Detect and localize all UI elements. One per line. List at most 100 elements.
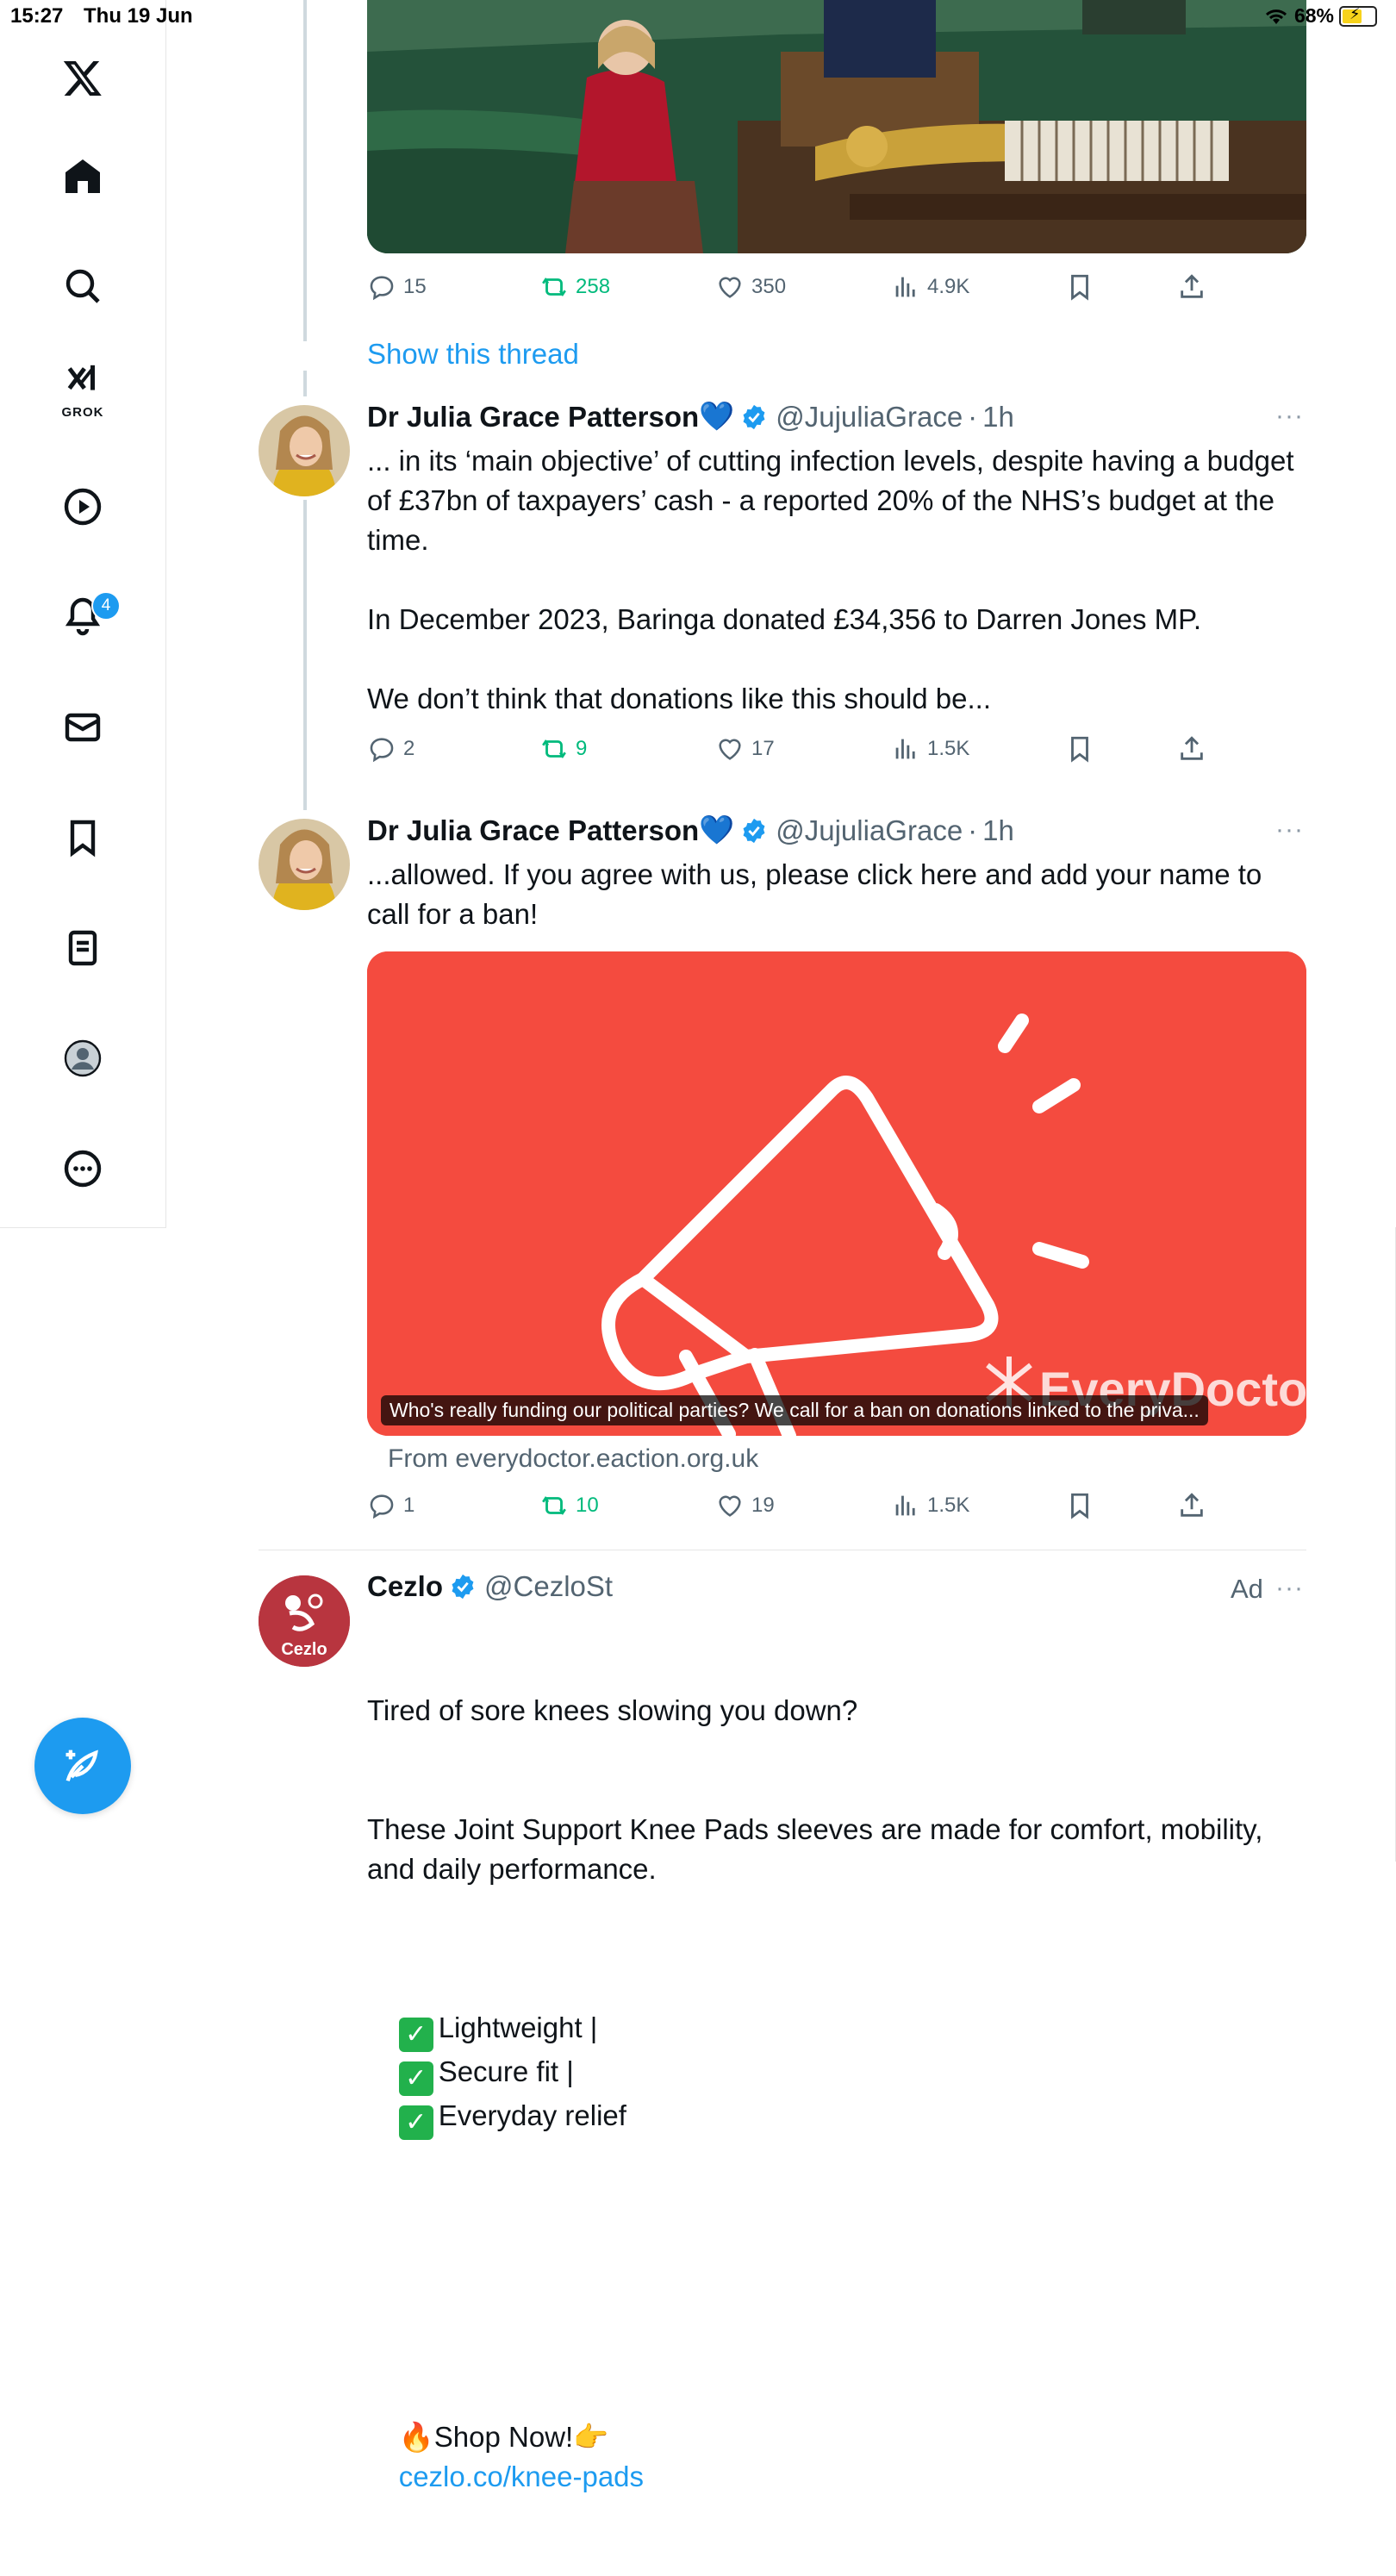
like-count: 19	[751, 1494, 775, 1517]
megaphone-illustration: EveryDoctor	[367, 951, 1306, 1436]
bookmark-button[interactable]	[1065, 1491, 1094, 1520]
grok-icon[interactable]: GROK	[50, 359, 115, 424]
author-handle[interactable]: @CezloSt	[484, 1570, 613, 1603]
like-button[interactable]: 19	[715, 1491, 775, 1520]
compose-icon	[65, 1750, 98, 1782]
status-bar: 15:27 Thu 19 Jun 68% ⚡	[0, 0, 1396, 34]
battery-icon: ⚡	[1339, 5, 1377, 27]
compose-button[interactable]	[34, 1718, 131, 1814]
share-button[interactable]	[1177, 734, 1206, 764]
repost-count: 9	[576, 737, 588, 760]
x-logo-icon[interactable]	[50, 45, 115, 110]
sidebar: GROK 4	[0, 0, 166, 1228]
more-icon[interactable]	[50, 1136, 115, 1201]
home-icon[interactable]	[50, 143, 115, 209]
check-icon: ✓	[398, 2061, 433, 2096]
feature-3: Everyday relief	[438, 2099, 626, 2131]
share-icon	[1181, 1493, 1203, 1517]
heart-icon	[719, 277, 741, 298]
ad-text: Tired of sore knees slowing you down? Th…	[367, 1612, 1306, 2576]
lists-icon[interactable]	[50, 915, 115, 981]
repost-count: 10	[576, 1494, 599, 1517]
verified-icon	[452, 1574, 474, 1600]
status-date: Thu 19 Jun	[84, 4, 193, 28]
repost-icon	[542, 1495, 566, 1516]
reply-button[interactable]: 2	[367, 734, 414, 764]
heart-icon	[719, 1495, 741, 1517]
ad-link[interactable]: cezlo.co/knee-pads	[399, 2461, 644, 2492]
repost-icon	[542, 739, 566, 759]
more-options-icon[interactable]: ···	[1275, 1574, 1304, 1603]
reply-count: 1	[403, 1494, 415, 1517]
ad-shop-line: 🔥Shop Now!👉 cezlo.co/knee-pads	[367, 2378, 1306, 2536]
views-count: 1.5K	[927, 1494, 970, 1517]
avatar[interactable]: Cezlo	[259, 1575, 350, 1667]
julia-avatar	[259, 819, 350, 910]
ad-line-2: These Joint Support Knee Pads sleeves ar…	[367, 1813, 1271, 1885]
link-card[interactable]: EveryDoctor Who's really funding our pol…	[367, 951, 1306, 1436]
avatar[interactable]	[259, 405, 350, 496]
tweet-header: Cezlo @CezloSt	[367, 1570, 613, 1603]
views-button[interactable]: 1.5K	[891, 734, 969, 764]
share-icon	[1181, 274, 1203, 298]
card-source[interactable]: From everydoctor.eaction.org.uk	[388, 1444, 758, 1474]
tweet-time[interactable]: 1h	[982, 814, 1014, 847]
feature-1: Lightweight |	[438, 2012, 598, 2043]
like-button[interactable]: 17	[715, 734, 775, 764]
tweet-actions: 2 9 17 1.5K	[367, 734, 1306, 769]
ad-label: Ad	[1231, 1574, 1263, 1604]
thread-line	[303, 0, 307, 341]
tweet-actions: 1 10 19 1.5K	[367, 1491, 1306, 1525]
author-name[interactable]: Dr Julia Grace Patterson	[367, 401, 699, 433]
search-icon[interactable]	[50, 253, 115, 319]
more-options-icon[interactable]: ···	[1275, 402, 1304, 431]
repost-button[interactable]: 9	[539, 734, 587, 764]
author-handle[interactable]: @JujuliaGrace	[776, 401, 963, 433]
bookmarks-icon[interactable]	[50, 805, 115, 870]
reply-button[interactable]: 1	[367, 1491, 414, 1520]
fire-icon: 🔥	[398, 2421, 434, 2453]
avatar[interactable]	[259, 819, 350, 910]
author-handle[interactable]: @JujuliaGrace	[776, 814, 963, 847]
share-icon	[1181, 736, 1203, 760]
tweet-image[interactable]	[367, 0, 1306, 253]
author-name[interactable]: Cezlo	[367, 1570, 443, 1603]
bookmark-button[interactable]	[1065, 272, 1094, 302]
reply-button[interactable]: 15	[367, 272, 427, 302]
views-button[interactable]: 1.5K	[891, 1491, 969, 1520]
views-button[interactable]: 4.9K	[891, 272, 969, 302]
ad-features: ✓ Lightweight | ✓ Secure fit | ✓ Everyday r…	[367, 1968, 1306, 2180]
repost-button[interactable]: 10	[539, 1491, 599, 1520]
tweet-header: Dr Julia Grace Patterson 💙 @JujuliaGrace…	[367, 814, 1014, 847]
heart-emoji: 💙	[699, 814, 735, 845]
more-options-icon[interactable]: ···	[1275, 815, 1304, 845]
views-icon	[895, 277, 915, 297]
bookmark-icon	[1071, 1493, 1088, 1519]
bookmark-icon	[1071, 274, 1088, 301]
like-button[interactable]: 350	[715, 272, 786, 302]
ad-line-1: Tired of sore knees slowing you down?	[367, 1694, 858, 1726]
battery-percent: 68%	[1293, 4, 1334, 27]
verified-icon	[743, 818, 765, 843]
repost-button[interactable]: 258	[539, 272, 610, 302]
reply-count: 15	[403, 275, 427, 298]
profile-icon[interactable]	[50, 1026, 115, 1091]
repost-icon	[542, 277, 566, 297]
views-icon	[895, 739, 915, 759]
cezlo-logo: Cezlo	[259, 1575, 350, 1667]
status-right: 68% ⚡	[1263, 4, 1377, 28]
share-button[interactable]	[1177, 1491, 1206, 1520]
feature-2: Secure fit |	[438, 2055, 574, 2087]
reply-count: 2	[403, 737, 415, 760]
verified-icon	[743, 404, 765, 429]
author-name[interactable]: Dr Julia Grace Patterson	[367, 814, 699, 847]
check-icon: ✓	[398, 2018, 433, 2052]
tweet-time[interactable]: 1h	[982, 401, 1014, 433]
reply-icon	[370, 276, 394, 301]
messages-icon[interactable]	[50, 695, 115, 760]
views-count: 4.9K	[927, 275, 970, 298]
show-thread-link[interactable]: Show this thread	[367, 338, 579, 371]
video-icon[interactable]	[50, 474, 115, 540]
bookmark-button[interactable]	[1065, 734, 1094, 764]
share-button[interactable]	[1177, 272, 1206, 302]
